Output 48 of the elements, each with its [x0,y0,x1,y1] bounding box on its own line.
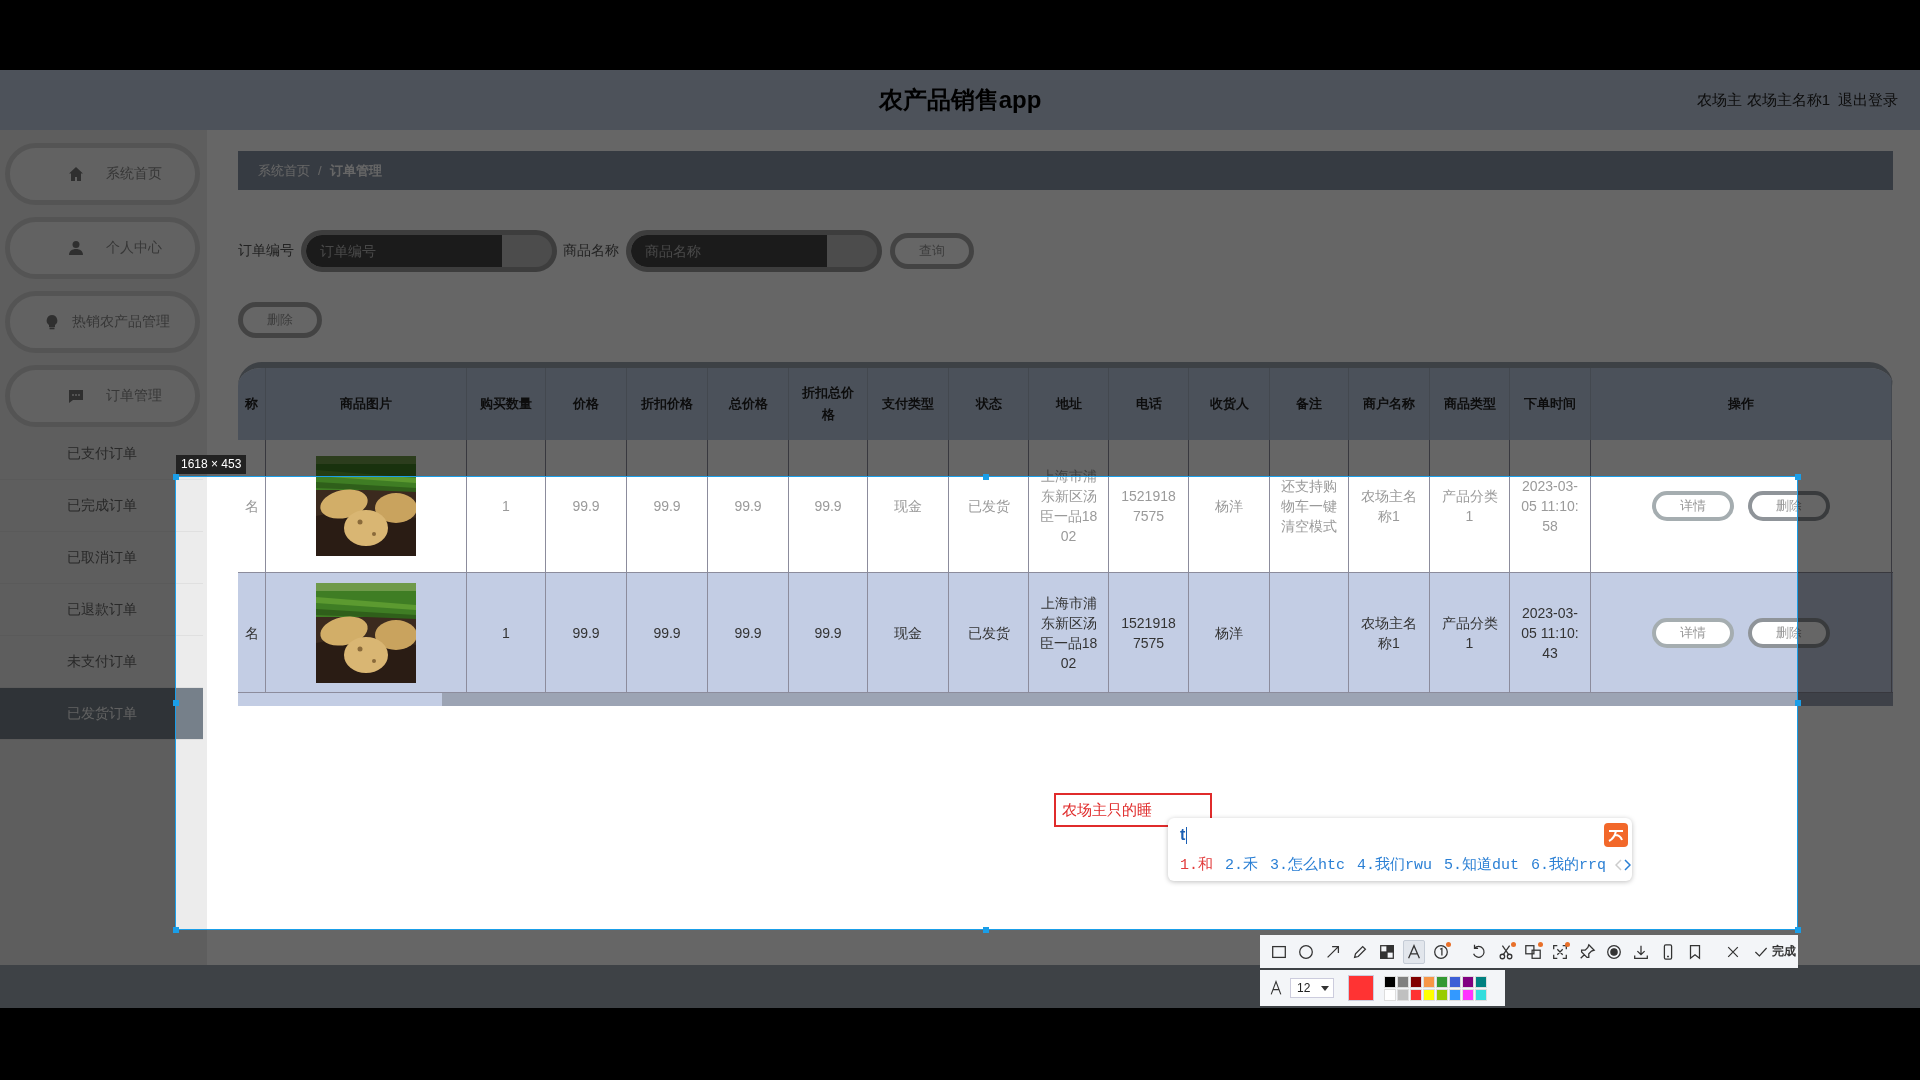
column-header: 支付类型 [868,368,949,440]
column-header: 总价格 [708,368,789,440]
table-cell: 产品分类1 [1430,573,1510,692]
table-cell: 名 [238,573,266,692]
table-cell: 农场主名称1 [1349,573,1430,692]
table-cell: 15219187575 [1109,440,1189,572]
column-header: 备注 [1270,368,1349,440]
table-cell: 1 [467,573,546,692]
table-cell: 上海市浦东新区汤臣一品1802 [1029,573,1109,692]
column-header: 价格 [546,368,627,440]
table-cell: 15219187575 [1109,573,1189,692]
table-cell: 杨洋 [1189,440,1270,572]
table-cell: 杨洋 [1189,573,1270,692]
table-cell: 产品分类1 [1430,440,1510,572]
column-header: 商品图片 [266,368,467,440]
column-header: 地址 [1029,368,1109,440]
table-cell: 2023-03-05 11:10:58 [1510,440,1591,572]
column-header: 电话 [1109,368,1189,440]
column-header: 状态 [949,368,1029,440]
table-cell: 99.9 [546,440,627,572]
column-header: 购买数量 [467,368,546,440]
table-cell: 农场主名称1 [1349,440,1430,572]
table-cell: 现金 [868,573,949,692]
user-info: 农场主 农场主名称1 [1697,90,1830,110]
column-header: 商品类型 [1430,368,1510,440]
column-header: 商户名称 [1349,368,1430,440]
table-cell: 还支持购物车一键清空模式 [1270,440,1349,572]
field-label: 商品名称 [563,242,619,260]
table-cell: 99.9 [627,440,708,572]
column-header: 折扣总价格 [789,368,868,440]
table-cell: 现金 [868,440,949,572]
table-cell: 已发货 [949,573,1029,692]
table-cell: 99.9 [789,573,868,692]
app-title: 农产品销售app [878,85,1042,115]
field-label: 订单编号 [238,242,294,260]
column-header: 折扣价格 [627,368,708,440]
column-header: 收货人 [1189,368,1270,440]
table-cell: 2023-03-05 11:10:43 [1510,573,1591,692]
breadcrumb-separator: / [318,163,322,178]
table-cell: 1 [467,440,546,572]
column-header: 下单时间 [1510,368,1591,440]
column-header: 称 [238,368,266,440]
table-cell: 99.9 [546,573,627,692]
table-cell: 99.9 [708,440,789,572]
column-header: 操作 [1591,368,1892,440]
table-cell: 99.9 [627,573,708,692]
table-cell: 99.9 [789,440,868,572]
table-cell: 99.9 [708,573,789,692]
